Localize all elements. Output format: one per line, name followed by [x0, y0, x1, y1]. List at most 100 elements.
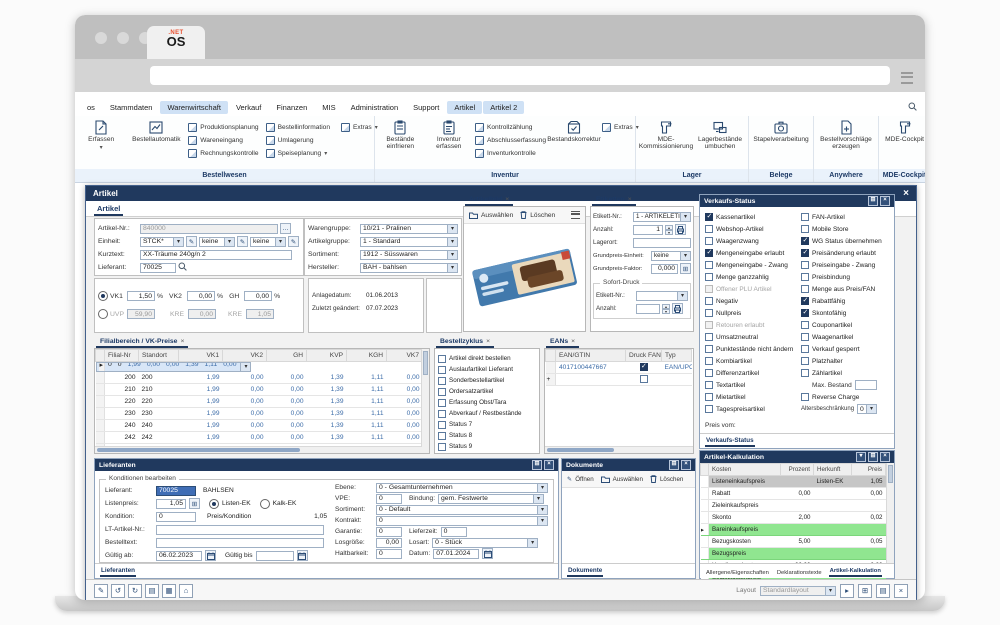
- checkbox[interactable]: [801, 393, 809, 401]
- footer-icon-button[interactable]: ▸: [840, 584, 854, 598]
- status-checkbox-row[interactable]: Mengeneingabe - Zwang: [705, 259, 799, 271]
- artikel-nr-field[interactable]: 840000: [140, 224, 278, 234]
- status-checkbox-row[interactable]: Reverse Charge: [801, 391, 891, 403]
- edit-icon[interactable]: ✎: [288, 236, 299, 247]
- status-checkbox-row[interactable]: Waagenzwang: [705, 235, 799, 247]
- status-checkbox-row[interactable]: Offener PLU Artikel: [705, 283, 799, 295]
- checkbox[interactable]: [438, 410, 446, 418]
- calculator-icon[interactable]: ⊞: [189, 498, 200, 509]
- col-herkunft[interactable]: Herkunft: [814, 464, 852, 476]
- inventurkontrolle-button[interactable]: Inventurkontrolle: [475, 149, 546, 158]
- uvp-field[interactable]: 59,90: [127, 309, 155, 319]
- footer-icon-button[interactable]: ↺: [111, 584, 125, 598]
- checkbox[interactable]: [438, 366, 446, 374]
- bestellvorschlaege-button[interactable]: Bestellvorschläge erzeugen: [817, 118, 875, 150]
- bestellinformation-button[interactable]: Bestellinformation: [266, 123, 339, 132]
- bindung-select[interactable]: gem. Festwerte: [438, 494, 544, 504]
- anzahl-field[interactable]: 1: [633, 225, 663, 235]
- status-checkbox-row[interactable]: Kombiartikel: [705, 355, 799, 367]
- footer-icon-button[interactable]: ×: [894, 584, 908, 598]
- bestellautomatik-button[interactable]: Bestellautomatik: [126, 118, 186, 143]
- bestellzyklus-checkbox-row[interactable]: Status 9: [438, 441, 536, 452]
- extras-bestellwesen-button[interactable]: Extras▾: [341, 123, 371, 132]
- maximize-icon[interactable]: ⊞: [669, 460, 679, 470]
- druck-fan-checkbox[interactable]: [640, 363, 648, 371]
- browser-tab[interactable]: .NET OS: [147, 26, 205, 59]
- loeschen-button[interactable]: Löschen: [650, 475, 683, 483]
- loeschen-button[interactable]: Löschen: [520, 211, 555, 219]
- grundpreis-einheit-select[interactable]: keine: [651, 251, 691, 261]
- status-checkbox-row[interactable]: Preisänderung erlaubt: [801, 247, 891, 259]
- checkbox[interactable]: [801, 309, 809, 317]
- erfassen-button[interactable]: Erfassen ▾: [78, 118, 124, 151]
- produktionsplanung-button[interactable]: Produktionsplanung: [188, 123, 263, 132]
- checkbox[interactable]: [438, 388, 446, 396]
- tab-artikelbild[interactable]: Artikelbild×: [465, 196, 513, 206]
- status-checkbox-row[interactable]: Rabattfähig: [801, 295, 891, 307]
- sortiment-select[interactable]: 0 - Default: [376, 505, 548, 515]
- status-checkbox-row[interactable]: Umsatzneutral: [705, 331, 799, 343]
- checkbox[interactable]: [438, 443, 446, 451]
- tab-bestellzyklus[interactable]: Bestellzyklus×: [436, 338, 494, 348]
- auswaehlen-button[interactable]: Auswählen: [601, 476, 643, 483]
- ebene-select[interactable]: 0 - Gesamtunternehmen: [376, 483, 548, 493]
- bestellzyklus-checkbox-row[interactable]: Ordersatzartikel: [438, 386, 536, 397]
- checkbox[interactable]: [705, 405, 713, 413]
- status-checkbox-row[interactable]: Mietartikel: [705, 391, 799, 403]
- tab-artikel[interactable]: Artikel: [94, 204, 123, 216]
- checkbox[interactable]: [438, 432, 446, 440]
- hamburger-menu-icon[interactable]: [571, 211, 580, 219]
- scroll-thumb[interactable]: [423, 351, 428, 375]
- status-checkbox-row[interactable]: Couponartikel: [801, 319, 891, 331]
- checkbox[interactable]: [705, 357, 713, 365]
- close-icon[interactable]: ×: [544, 460, 554, 470]
- checkbox[interactable]: [801, 237, 809, 245]
- bestandskorrektur-button[interactable]: Bestandskorrektur: [548, 118, 600, 143]
- sd-anzahl-field[interactable]: [636, 304, 660, 314]
- footer-icon-button[interactable]: ▤: [876, 584, 890, 598]
- checkbox[interactable]: [705, 321, 713, 329]
- vk2-field[interactable]: 0,00: [187, 291, 215, 301]
- status-checkbox-row[interactable]: Zählartikel: [801, 367, 891, 379]
- lagerort-field[interactable]: [633, 238, 691, 248]
- status-checkbox-row[interactable]: Mobile Store: [801, 223, 891, 235]
- table-row[interactable]: 220 220 1,99 0,00 0,00 1,39 1,11 0,00: [96, 396, 423, 408]
- status-checkbox-row[interactable]: Tagespreisartikel: [705, 403, 799, 415]
- col-vk1[interactable]: VK1: [179, 350, 223, 362]
- close-icon[interactable]: ×: [880, 196, 890, 206]
- col-druck-fan[interactable]: Druck FAN: [626, 350, 662, 362]
- losart-select[interactable]: 0 - Stück: [432, 538, 538, 548]
- kondition-field[interactable]: 0: [156, 512, 196, 522]
- table-row[interactable]: 210 210 1,99 0,00 0,00 1,39 1,11 0,00: [96, 384, 423, 396]
- bestellzyklus-checkbox-row[interactable]: Erfassung Obst/Tara: [438, 397, 536, 408]
- kalkulation-row[interactable]: Bezugskosten 5,00 0,05: [701, 536, 886, 548]
- einheit2-select[interactable]: keine: [199, 237, 235, 247]
- status-checkbox-row[interactable]: Mengeneingabe erlaubt: [705, 247, 799, 259]
- bestellzyklus-checkbox-row[interactable]: Abverkauf / Restbestände: [438, 408, 536, 419]
- status-checkbox-row[interactable]: Kassenartikel: [705, 211, 799, 223]
- tab-dokumente[interactable]: Dokumente: [567, 567, 603, 577]
- print-icon[interactable]: [675, 224, 686, 235]
- lieferant-field[interactable]: 70025: [140, 263, 176, 273]
- sd-etikett-nr-select[interactable]: [636, 291, 688, 301]
- wareneingang-button[interactable]: Wareneingang: [188, 136, 263, 145]
- close-icon[interactable]: ×: [505, 196, 509, 203]
- tab-etiketten[interactable]: Etiketten×: [592, 196, 636, 206]
- kurztext-field[interactable]: XX-Träume 240g/n 2: [140, 250, 292, 260]
- menu-item[interactable]: Artikel 2: [483, 101, 524, 114]
- checkbox[interactable]: [705, 237, 713, 245]
- stepper[interactable]: ▴▾: [662, 304, 670, 314]
- col-prozent[interactable]: Prozent: [781, 464, 814, 476]
- dropdown-icon[interactable]: ▾: [856, 452, 866, 462]
- print-icon[interactable]: [672, 303, 683, 314]
- maximize-icon[interactable]: ⊞: [868, 452, 878, 462]
- col-standort[interactable]: Standort: [139, 350, 179, 362]
- max-bestand-field[interactable]: [855, 380, 877, 390]
- checkbox[interactable]: [705, 381, 713, 389]
- status-checkbox-row[interactable]: FAN-Artikel: [801, 211, 891, 223]
- bestellzyklus-checkbox-row[interactable]: Sonderbestellartikel: [438, 375, 536, 386]
- col-vk2[interactable]: VK2: [223, 350, 267, 362]
- col-filial-nr[interactable]: Filial-Nr: [105, 350, 139, 362]
- lieferzeit-field[interactable]: 0: [441, 527, 467, 537]
- kalkulation-row[interactable]: Listeneinkaufspreis Listen-EK 1,05: [701, 476, 886, 488]
